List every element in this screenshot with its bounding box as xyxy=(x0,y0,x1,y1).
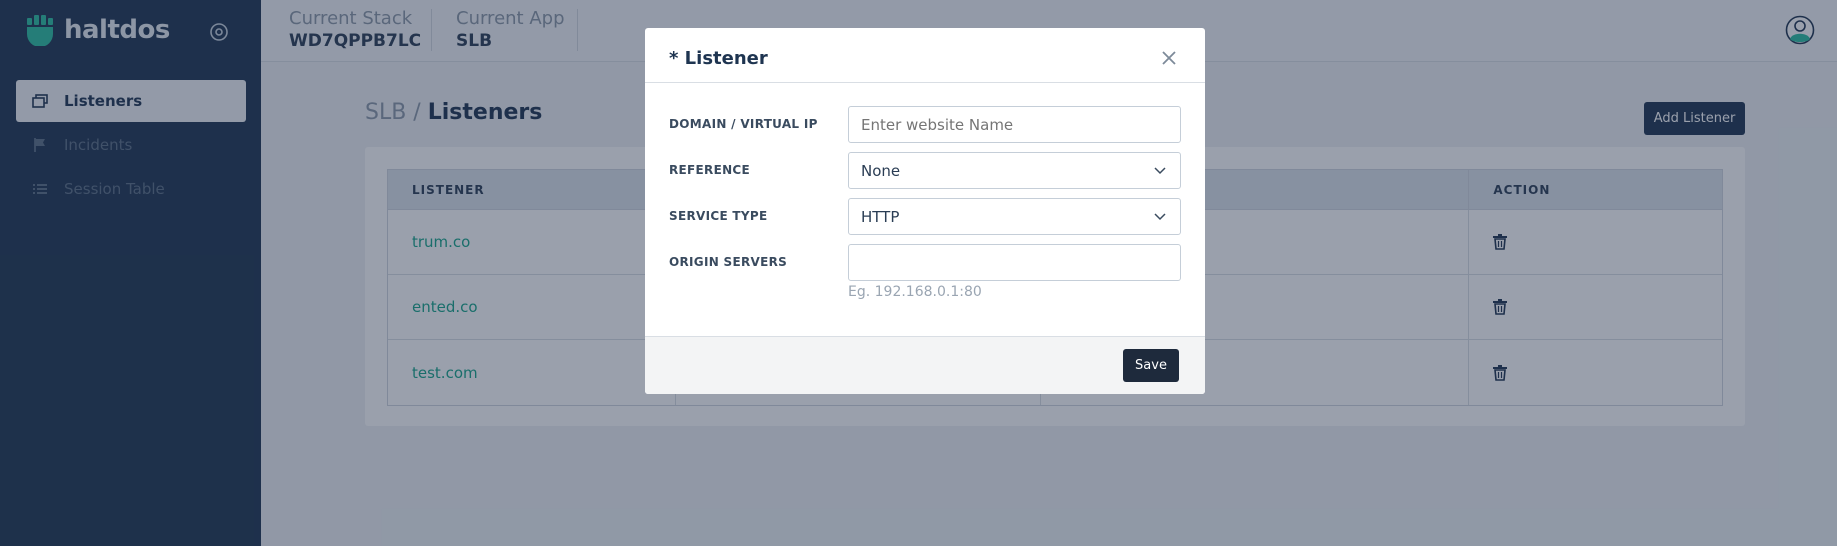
reference-select[interactable]: None xyxy=(848,152,1181,189)
domain-input[interactable] xyxy=(848,106,1181,143)
origin-servers-label: ORIGIN SERVERS xyxy=(669,255,788,269)
save-button[interactable]: Save xyxy=(1123,349,1179,382)
origin-servers-input[interactable] xyxy=(848,244,1181,281)
origin-servers-hint: Eg. 192.168.0.1:80 xyxy=(848,284,982,300)
reference-value: None xyxy=(861,161,901,180)
listener-modal: * Listener DOMAIN / VIRTUAL IP REFERENCE… xyxy=(645,28,1205,394)
domain-label: DOMAIN / VIRTUAL IP xyxy=(669,117,818,131)
service-type-value: HTTP xyxy=(861,207,900,226)
modal-header: * Listener xyxy=(645,28,1205,83)
chevron-down-icon xyxy=(1154,213,1166,221)
modal-title: * Listener xyxy=(669,48,768,69)
service-type-label: SERVICE TYPE xyxy=(669,209,768,223)
modal-body: DOMAIN / VIRTUAL IP REFERENCE None SERVI… xyxy=(645,83,1205,336)
chevron-down-icon xyxy=(1154,167,1166,175)
service-type-select[interactable]: HTTP xyxy=(848,198,1181,235)
close-icon[interactable] xyxy=(1161,50,1177,66)
modal-footer: Save xyxy=(645,336,1205,394)
reference-label: REFERENCE xyxy=(669,163,751,177)
